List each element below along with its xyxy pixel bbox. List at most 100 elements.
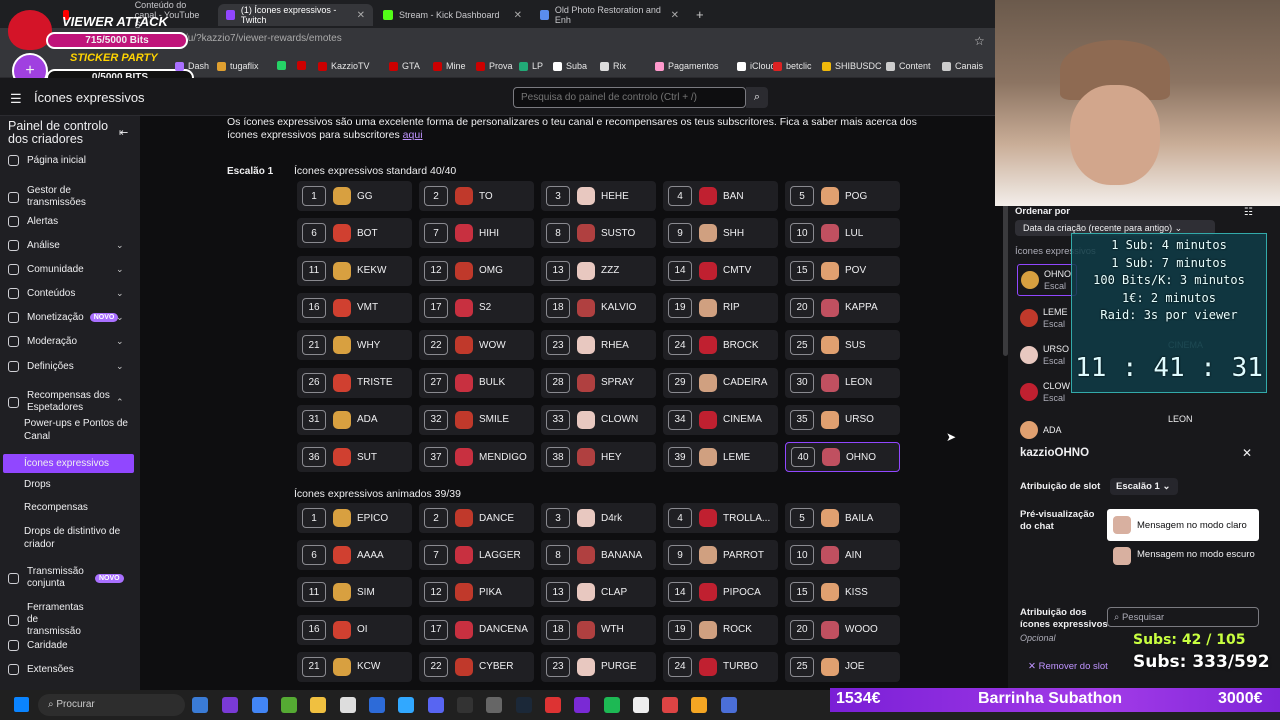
emote-slot[interactable]: 32 SMILE bbox=[419, 404, 534, 435]
emote-slot[interactable]: 15 KISS bbox=[785, 577, 900, 608]
emote-slot[interactable]: 5 POG bbox=[785, 181, 900, 211]
emote-slot[interactable]: 12 OMG bbox=[419, 255, 534, 286]
taskbar-app-icon[interactable] bbox=[310, 697, 326, 713]
bookmark-item[interactable]: Rix bbox=[600, 61, 626, 71]
bookmark-item[interactable]: Content bbox=[886, 61, 931, 71]
emote-slot[interactable]: 9 PARROT bbox=[663, 540, 778, 571]
emote-slot[interactable]: 27 BULK bbox=[419, 367, 534, 398]
sidebar-subitem-2[interactable]: Drops bbox=[24, 478, 128, 491]
chevron-icon[interactable]: ⌄ bbox=[116, 288, 124, 299]
taskbar-app-icon[interactable] bbox=[252, 697, 268, 713]
taskbar-app-icon[interactable] bbox=[340, 697, 356, 713]
emote-slot[interactable]: 15 POV bbox=[785, 255, 900, 286]
sidebar-subitem-0[interactable]: Power-ups e Pontos de Canal bbox=[24, 417, 128, 443]
emote-slot[interactable]: 21 WHY bbox=[297, 330, 412, 361]
chevron-icon[interactable]: ⌄ bbox=[116, 336, 124, 347]
bookmark-star-icon[interactable]: ☆ bbox=[974, 34, 985, 48]
emote-slot[interactable]: 7 HIHI bbox=[419, 218, 534, 249]
emote-slot[interactable]: 17 DANCENA bbox=[419, 614, 534, 645]
taskbar-app-icon[interactable] bbox=[633, 697, 649, 713]
bookmark-item[interactable]: Prova bbox=[476, 61, 513, 71]
bookmark-item[interactable]: LP bbox=[519, 61, 543, 71]
emote-slot[interactable]: 33 CLOWN bbox=[541, 404, 656, 435]
menu-icon[interactable]: ☰ bbox=[10, 91, 22, 107]
emote-slot[interactable]: 8 BANANA bbox=[541, 540, 656, 571]
emote-slot[interactable]: 1 GG bbox=[297, 181, 412, 211]
emote-slot[interactable]: 39 LEME bbox=[663, 442, 778, 473]
emote-slot[interactable]: 28 SPRAY bbox=[541, 367, 656, 398]
bookmark-item[interactable]: SHIBUSDC bbox=[822, 61, 882, 71]
bookmark-item[interactable]: iCloud bbox=[737, 61, 776, 71]
close-icon[interactable]: ✕ bbox=[357, 10, 365, 21]
sidebar-item-3[interactable]: Análise ⌄ bbox=[8, 240, 138, 251]
emote-slot[interactable]: 23 PURGE bbox=[541, 651, 656, 682]
emote-slot[interactable]: 24 TURBO bbox=[663, 651, 778, 682]
bookmark-item[interactable] bbox=[277, 61, 290, 70]
emote-slot[interactable]: 2 TO bbox=[419, 181, 534, 211]
emote-slot[interactable]: 7 LAGGER bbox=[419, 540, 534, 571]
chevron-icon[interactable]: ⌃ bbox=[116, 397, 124, 408]
emote-slot[interactable]: 31 ADA bbox=[297, 404, 412, 435]
emote-slot[interactable]: 4 TROLLA... bbox=[663, 503, 778, 533]
emote-slot[interactable]: 11 SIM bbox=[297, 577, 412, 608]
sidebar-subitem-1[interactable]: Ícones expressivos bbox=[3, 454, 134, 473]
collapse-icon[interactable]: ⇤ bbox=[119, 126, 128, 139]
panel-list-item[interactable]: ADA bbox=[1017, 414, 1077, 446]
emote-slot[interactable]: 16 VMT bbox=[297, 292, 412, 323]
search-button[interactable]: ⌕ bbox=[746, 87, 768, 108]
sidebar-item-5[interactable]: Conteúdos ⌄ bbox=[8, 288, 138, 299]
emote-slot[interactable]: 13 ZZZ bbox=[541, 255, 656, 286]
windows-start-icon[interactable] bbox=[14, 697, 29, 712]
taskbar-app-icon[interactable] bbox=[457, 697, 473, 713]
emote-slot[interactable]: 17 S2 bbox=[419, 292, 534, 323]
emote-slot[interactable]: 1 EPICO bbox=[297, 503, 412, 533]
bookmark-item[interactable]: Dash bbox=[175, 61, 209, 71]
emote-slot[interactable]: 13 CLAP bbox=[541, 577, 656, 608]
emote-slot[interactable]: 40 OHNO bbox=[785, 442, 900, 473]
emote-slot[interactable]: 6 BOT bbox=[297, 218, 412, 249]
tab-kick[interactable]: Stream - Kick Dashboard ✕ bbox=[375, 4, 530, 26]
emote-slot[interactable]: 20 WOOO bbox=[785, 614, 900, 645]
taskbar-app-icon[interactable] bbox=[369, 697, 385, 713]
sidebar-item-0[interactable]: Página inicial bbox=[8, 155, 138, 166]
taskbar-app-icon[interactable] bbox=[486, 697, 502, 713]
bookmark-item[interactable]: Canais bbox=[942, 61, 983, 71]
close-icon[interactable]: ✕ bbox=[671, 10, 679, 21]
filter-icon[interactable]: ☷ bbox=[1244, 207, 1253, 218]
learn-more-link[interactable]: aqui bbox=[403, 129, 423, 141]
chevron-icon[interactable]: ⌄ bbox=[116, 361, 124, 372]
emote-slot[interactable]: 2 DANCE bbox=[419, 503, 534, 533]
emote-slot[interactable]: 10 AIN bbox=[785, 540, 900, 571]
bookmark-item[interactable]: KazzioTV bbox=[318, 61, 370, 71]
emote-slot[interactable]: 25 SUS bbox=[785, 330, 900, 361]
bookmark-item[interactable]: Pagamentos bbox=[655, 61, 719, 71]
assign-search-input[interactable]: ⌕ Pesquisar bbox=[1107, 607, 1259, 627]
panel-list-item[interactable]: OHNO Escal bbox=[1017, 264, 1077, 296]
emote-slot[interactable]: 5 BAILA bbox=[785, 503, 900, 533]
emote-slot[interactable]: 3 HEHE bbox=[541, 181, 656, 211]
emote-slot[interactable]: 11 KEKW bbox=[297, 255, 412, 286]
emote-slot[interactable]: 25 JOE bbox=[785, 651, 900, 682]
remove-slot-button[interactable]: ✕ Remover do slot bbox=[1028, 661, 1108, 672]
emote-slot[interactable]: 30 LEON bbox=[785, 367, 900, 398]
taskbar-search[interactable]: ⌕ Procurar bbox=[38, 694, 185, 716]
tab-photo[interactable]: Old Photo Restoration and Enh ✕ bbox=[532, 4, 687, 26]
taskbar-app-icon[interactable] bbox=[516, 697, 532, 713]
taskbar-app-icon[interactable] bbox=[398, 697, 414, 713]
panel-list-right[interactable]: LEON bbox=[1168, 414, 1193, 424]
close-icon[interactable]: ✕ bbox=[514, 10, 522, 21]
taskbar-app-icon[interactable] bbox=[281, 697, 297, 713]
emote-slot[interactable]: 22 CYBER bbox=[419, 651, 534, 682]
emote-slot[interactable]: 38 HEY bbox=[541, 442, 656, 473]
emote-slot[interactable]: 19 RIP bbox=[663, 292, 778, 323]
emote-slot[interactable]: 34 CINEMA bbox=[663, 404, 778, 435]
emote-slot[interactable]: 16 OI bbox=[297, 614, 412, 645]
slot-dropdown[interactable]: Escalão 1 ⌄ bbox=[1110, 478, 1178, 495]
emote-slot[interactable]: 35 URSO bbox=[785, 404, 900, 435]
taskbar-app-icon[interactable] bbox=[604, 697, 620, 713]
sidebar-item-2[interactable]: Alertas bbox=[8, 216, 138, 227]
emote-slot[interactable]: 21 KCW bbox=[297, 651, 412, 682]
bookmark-item[interactable]: Suba bbox=[553, 61, 587, 71]
emote-slot[interactable]: 19 ROCK bbox=[663, 614, 778, 645]
emote-slot[interactable]: 18 WTH bbox=[541, 614, 656, 645]
